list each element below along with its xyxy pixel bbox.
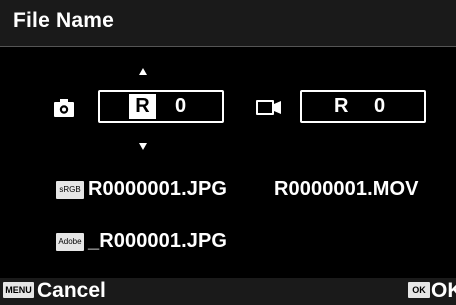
movie-prefix: R [334, 95, 349, 117]
arrow-up-icon[interactable] [139, 68, 147, 75]
menu-button-badge[interactable]: MENU [3, 282, 34, 298]
ok-button[interactable]: OK [431, 279, 456, 303]
movie-camera-icon [256, 100, 281, 115]
adobe-badge: Adobe [56, 233, 84, 251]
arrow-down-icon[interactable] [139, 143, 147, 150]
movie-filename-field[interactable] [300, 90, 426, 123]
photo-counter: 0 [175, 95, 187, 117]
movie-filename: R0000001.MOV [274, 178, 419, 200]
photo-prefix-selected[interactable]: R [129, 94, 156, 119]
srgb-filename: R0000001.JPG [88, 178, 228, 200]
adobe-filename: _R000001.JPG [88, 230, 228, 252]
camera-icon [54, 99, 74, 117]
photo-filename-field[interactable] [98, 90, 224, 123]
page-title: File Name [13, 9, 115, 32]
srgb-badge: sRGB [56, 181, 84, 199]
ok-button-badge[interactable]: OK [408, 282, 430, 298]
movie-counter: 0 [374, 95, 386, 117]
cancel-button[interactable]: Cancel [37, 279, 106, 303]
title-divider [0, 46, 456, 47]
